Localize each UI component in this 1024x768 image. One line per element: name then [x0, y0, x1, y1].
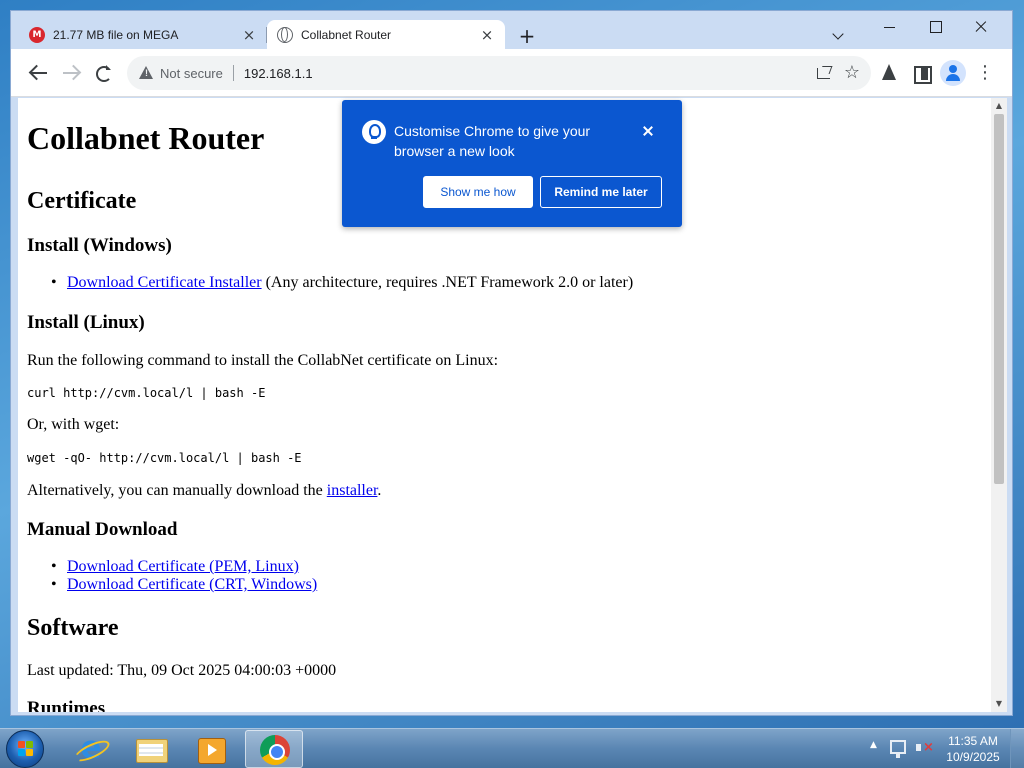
remind-me-later-button[interactable]: Remind me later: [540, 176, 662, 208]
security-label[interactable]: Not secure: [160, 66, 223, 81]
close-tab-icon[interactable]: ×: [241, 27, 257, 43]
browser-toolbar: Not secure 192.168.1.1 ☆: [11, 49, 1012, 97]
software-heading: Software: [27, 615, 119, 641]
vertical-scrollbar[interactable]: ▲ ▼: [991, 98, 1007, 712]
tab-search-chevron-icon[interactable]: [829, 27, 849, 47]
install-linux-heading: Install (Linux): [27, 312, 145, 333]
tab-strip: M 21.77 MB file on MEGA × Collabnet Rout…: [11, 11, 1012, 49]
page-title: Collabnet Router: [27, 120, 265, 156]
media-player-icon[interactable]: [183, 730, 241, 768]
window-close-button[interactable]: [959, 15, 1003, 39]
scroll-down-arrow-icon[interactable]: ▼: [991, 696, 1007, 712]
share-icon[interactable]: [813, 61, 835, 85]
wget-command: wget -qO- http://cvm.local/l | bash -E: [27, 451, 302, 465]
certificate-heading: Certificate: [27, 188, 137, 214]
globe-icon: [277, 26, 293, 43]
close-tab-icon[interactable]: ×: [479, 27, 495, 43]
minimize-button[interactable]: [867, 15, 911, 39]
clock-date: 10/9/2025: [946, 750, 1000, 764]
close-icon[interactable]: [640, 122, 658, 140]
show-hidden-icons-icon[interactable]: ▲: [870, 740, 877, 750]
list-item: Download Certificate (CRT, Windows): [51, 576, 317, 594]
download-installer-link[interactable]: Download Certificate Installer: [67, 274, 262, 291]
internet-explorer-icon[interactable]: [61, 730, 119, 768]
clock-time: 11:35 AM: [948, 734, 998, 748]
installer-note: (Any architecture, requires .NET Framewo…: [261, 274, 634, 291]
taskbar: ▲ 11:35 AM 10/9/2025: [0, 728, 1024, 768]
tab-collabnet[interactable]: Collabnet Router ×: [267, 20, 505, 49]
forward-icon[interactable]: [59, 61, 83, 85]
manual-prefix: Alternatively, you can manually download…: [27, 482, 327, 499]
reload-icon[interactable]: [91, 61, 115, 85]
bookmark-star-icon[interactable]: ☆: [841, 61, 863, 85]
manual-download-text: Alternatively, you can manually download…: [27, 482, 381, 500]
warning-icon[interactable]: [139, 66, 154, 80]
install-windows-heading: Install (Windows): [27, 235, 172, 256]
profile-avatar-icon[interactable]: [940, 60, 966, 86]
volume-muted-icon[interactable]: [916, 741, 934, 755]
scroll-thumb[interactable]: [994, 114, 1004, 484]
side-panel-icon[interactable]: [909, 61, 933, 85]
tab-title: Collabnet Router: [301, 27, 392, 42]
tab-title: 21.77 MB file on MEGA: [53, 27, 179, 42]
runtimes-heading: Runtimes: [27, 698, 106, 712]
list-item: Download Certificate Installer (Any arch…: [51, 274, 634, 292]
download-pem-link[interactable]: Download Certificate (PEM, Linux): [67, 558, 299, 575]
promo-message: Customise Chrome to give your browser a …: [394, 123, 591, 159]
scroll-up-arrow-icon[interactable]: ▲: [991, 98, 1007, 114]
kebab-menu-icon[interactable]: [973, 61, 997, 85]
file-explorer-icon[interactable]: [122, 730, 180, 768]
manual-suffix: .: [377, 482, 382, 499]
start-button[interactable]: [6, 730, 44, 768]
installer-link[interactable]: installer: [327, 482, 378, 499]
customise-chrome-popup: Customise Chrome to give your browser a …: [342, 100, 682, 227]
manual-download-heading: Manual Download: [27, 519, 178, 540]
chrome-labs-icon[interactable]: [877, 61, 901, 85]
address-bar[interactable]: Not secure 192.168.1.1 ☆: [127, 56, 871, 90]
linux-intro-text: Run the following command to install the…: [27, 352, 499, 369]
chrome-icon[interactable]: [245, 730, 303, 768]
url-text[interactable]: 192.168.1.1: [244, 66, 313, 81]
curl-command: curl http://cvm.local/l | bash -E: [27, 386, 266, 400]
wget-intro-text: Or, with wget:: [27, 416, 120, 433]
tab-mega[interactable]: M 21.77 MB file on MEGA ×: [19, 20, 267, 49]
last-updated-text: Last updated: Thu, 09 Oct 2025 04:00:03 …: [27, 662, 337, 679]
clock[interactable]: 11:35 AM 10/9/2025: [944, 733, 1002, 765]
omnibox-divider: [232, 65, 234, 81]
lightbulb-icon: [362, 120, 386, 144]
show-desktop-button[interactable]: [1010, 729, 1024, 768]
list-item: Download Certificate (PEM, Linux): [51, 558, 299, 576]
back-icon[interactable]: [27, 61, 51, 85]
new-tab-button[interactable]: +: [515, 25, 539, 49]
network-icon[interactable]: [890, 740, 906, 758]
mega-icon: M: [29, 26, 45, 43]
download-crt-link[interactable]: Download Certificate (CRT, Windows): [67, 576, 317, 593]
maximize-button[interactable]: [913, 15, 957, 39]
system-tray: ▲: [866, 738, 946, 760]
show-me-how-button[interactable]: Show me how: [423, 176, 533, 208]
